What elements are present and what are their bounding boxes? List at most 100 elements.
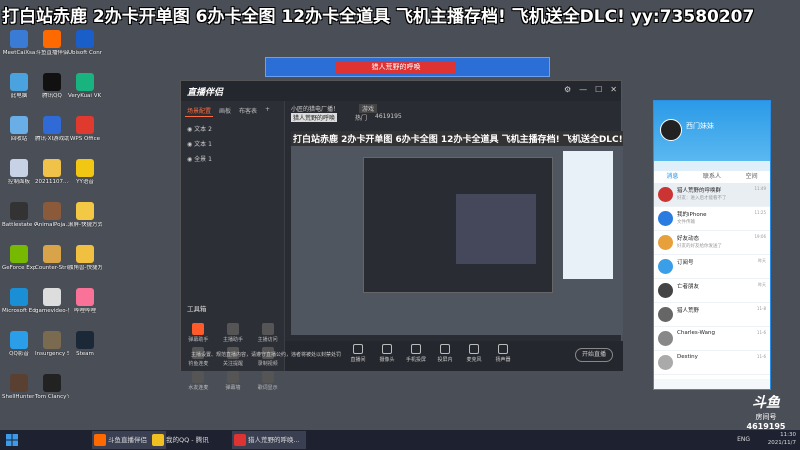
desktop-icon[interactable]: VeryKuai VK 游戏加速器 bbox=[68, 73, 102, 115]
list-item[interactable]: 猎人荒野的呼唤群 好友：进入后才能看不了 11:49 bbox=[654, 183, 770, 207]
desktop-icon-label: Insurgency Sandstorm bbox=[35, 351, 69, 357]
stream-title[interactable]: 小匠的猎电厂播！ bbox=[291, 104, 339, 113]
taskbar-app-icon bbox=[94, 434, 106, 446]
avatar bbox=[658, 307, 673, 322]
app-icon bbox=[76, 202, 94, 220]
desktop-icon[interactable]: GeForce Experience bbox=[2, 245, 36, 287]
scene-item[interactable]: ◉ 文本 2 bbox=[181, 121, 284, 136]
control-icon bbox=[411, 344, 421, 354]
desktop-icon[interactable]: Counter-Strike Global Off... bbox=[35, 245, 69, 287]
desktop-icon[interactable]: QQ影音 bbox=[2, 331, 36, 373]
control-button[interactable]: 手机投屏 bbox=[401, 344, 431, 363]
hot-label: 热门 bbox=[355, 115, 368, 122]
desktop-icon[interactable]: Steam bbox=[68, 331, 102, 373]
app-titlebar[interactable]: 直播伴侣 ⚙ — ☐ ✕ bbox=[181, 81, 621, 101]
contact-name: 猎人荒野 bbox=[677, 308, 700, 314]
qq-bottom-toolbar bbox=[654, 379, 770, 389]
taskbar-app-icon bbox=[234, 434, 246, 446]
contact-name: Destiny bbox=[677, 354, 698, 360]
desktop-icon-label: WPS Office bbox=[69, 136, 101, 142]
tab-space[interactable]: 空间 bbox=[746, 171, 758, 183]
list-item[interactable]: 我的iPhone 文件传输 11:25 bbox=[654, 207, 770, 231]
message-preview: 好友的好友给你发送了 bbox=[677, 244, 722, 249]
tab-layout[interactable]: 布客表 bbox=[237, 105, 259, 117]
desktop-icon[interactable]: WPS Office bbox=[68, 116, 102, 158]
close-icon[interactable]: ✕ bbox=[610, 85, 617, 94]
tool-item[interactable]: 主播访问 bbox=[250, 323, 285, 343]
list-item[interactable]: 猎人荒野 11-8 bbox=[654, 303, 770, 327]
category-tag[interactable]: 游戏 bbox=[359, 104, 378, 113]
tab-scene[interactable]: 场景配置 bbox=[185, 105, 214, 117]
list-item[interactable]: 亡者朋友 昨天 bbox=[654, 279, 770, 303]
control-button[interactable]: 摄像头 bbox=[372, 344, 402, 363]
control-button[interactable]: 直播间 bbox=[343, 344, 373, 363]
desktop-icon[interactable]: YY语音 bbox=[68, 159, 102, 201]
tab-messages[interactable]: 消息 bbox=[666, 171, 678, 183]
game-window-titlebar[interactable]: 猎人荒野的呼唤 bbox=[265, 57, 550, 77]
windows-start-icon[interactable] bbox=[6, 434, 18, 446]
desktop-icon[interactable]: 腾讯·XI游戏助手 bbox=[35, 116, 69, 158]
tab-canvas[interactable]: 画板 bbox=[217, 105, 233, 117]
desktop-icon[interactable]: 腾讯QQ bbox=[35, 73, 69, 115]
list-item[interactable]: Destiny 11-6 bbox=[654, 351, 770, 375]
tool-item[interactable]: 弹幕墙 bbox=[216, 371, 251, 391]
douyu-live-companion-window[interactable]: 直播伴侣 ⚙ — ☐ ✕ 场景配置 画板 布客表 + ◉ 文本 2 ◉ 文本 1… bbox=[180, 80, 623, 391]
input-language[interactable]: ENG bbox=[737, 436, 750, 443]
desktop-icon[interactable]: Tom Clancy's R... bbox=[35, 374, 69, 416]
desktop-icon[interactable]: Insurgency Sandstorm bbox=[35, 331, 69, 373]
app-icon bbox=[76, 73, 94, 91]
tab-contacts[interactable]: 联系人 bbox=[703, 171, 721, 183]
settings-icon[interactable]: ⚙ bbox=[564, 85, 571, 94]
tool-item[interactable]: 主播助手 bbox=[216, 323, 251, 343]
scene-item[interactable]: ◉ 文本 1 bbox=[181, 136, 284, 151]
control-button[interactable]: 扬声器 bbox=[488, 344, 518, 363]
desktop-icon[interactable]: 哔哩哔哩 bbox=[68, 288, 102, 330]
app-icon bbox=[76, 331, 94, 349]
desktop-icon[interactable]: MeetCaiXsa bbox=[2, 30, 36, 72]
message-preview: 文件传输 bbox=[677, 220, 695, 225]
desktop-icon[interactable]: 滚屏-快捷方式 bbox=[68, 202, 102, 244]
list-item[interactable]: 好友动态 好友的好友给你发送了 19:06 bbox=[654, 231, 770, 255]
desktop-icon[interactable]: AnimalPoja...-快捷方式 bbox=[35, 202, 69, 244]
taskbar-app[interactable]: 猎人荒野的呼唤... bbox=[232, 431, 306, 449]
tool-item[interactable]: 弹幕助手 bbox=[181, 323, 216, 343]
desktop-icon[interactable]: Ubisoft Connect bbox=[68, 30, 102, 72]
desktop-icon[interactable]: 斗鱼直播伴侣 bbox=[35, 30, 69, 72]
tool-item[interactable]: 歌词显示 bbox=[250, 371, 285, 391]
avatar bbox=[658, 355, 673, 370]
douyu-watermark: 斗鱼 房间号 4619195 bbox=[732, 392, 800, 431]
app-icon bbox=[43, 159, 61, 177]
desktop-icon[interactable]: Battlestate Games L... bbox=[2, 202, 36, 244]
app-icon bbox=[43, 288, 61, 306]
desktop-icon[interactable]: gamevideo-快捷方式 bbox=[35, 288, 69, 330]
start-live-button[interactable]: 开始直播 bbox=[575, 348, 613, 362]
qq-window[interactable]: 西门妹妹 消息 联系人 空间 猎人荒野的呼唤群 好友：进入后才能看不了 11:49 我… bbox=[653, 100, 771, 390]
clock-time: 11:30 bbox=[780, 432, 796, 438]
control-button[interactable]: 麦克风 bbox=[459, 344, 489, 363]
desktop-icon[interactable]: Microsoft Edge bbox=[2, 288, 36, 330]
tool-icon bbox=[226, 323, 239, 335]
taskbar-app[interactable]: 我的QQ - 腾讯 bbox=[150, 431, 224, 449]
avatar[interactable] bbox=[660, 119, 682, 141]
scene-item[interactable]: ◉ 全景 1 bbox=[181, 151, 284, 166]
desktop-icon[interactable]: 20211107...-快捷方式 bbox=[35, 159, 69, 201]
game-window-title: 猎人荒野的呼唤 bbox=[336, 61, 456, 74]
add-scene-icon[interactable]: + bbox=[263, 105, 272, 117]
tool-item[interactable]: 水友连麦 bbox=[181, 371, 216, 391]
list-item[interactable]: 订阅号 昨天 bbox=[654, 255, 770, 279]
desktop-icon[interactable]: 回收站 bbox=[2, 116, 36, 158]
clock-date: 2021/11/7 bbox=[767, 440, 796, 446]
app-logo: 直播伴侣 bbox=[187, 88, 224, 98]
control-label: 投屏内 bbox=[437, 357, 453, 363]
desktop-icon[interactable]: ShellHunter Call of s... bbox=[2, 374, 36, 416]
desktop-icon[interactable]: 独角兽-快捷方式 bbox=[68, 245, 102, 287]
desktop-icon[interactable]: 控制面板 bbox=[2, 159, 36, 201]
maximize-icon[interactable]: ☐ bbox=[595, 85, 602, 94]
taskbar-clock[interactable]: 11:30 2021/11/7 bbox=[768, 431, 796, 447]
list-item[interactable]: Charles-Wang 11-6 bbox=[654, 327, 770, 351]
stream-preview[interactable]: 打白站赤鹿 2办卡开单图 6办卡全图 12办卡全道具 飞机主播存档! 飞机送全D… bbox=[291, 131, 623, 335]
minimize-icon[interactable]: — bbox=[579, 85, 587, 94]
desktop-icon[interactable]: 此电脑 bbox=[2, 73, 36, 115]
search-input[interactable] bbox=[654, 161, 770, 171]
control-button[interactable]: 投屏内 bbox=[430, 344, 460, 363]
